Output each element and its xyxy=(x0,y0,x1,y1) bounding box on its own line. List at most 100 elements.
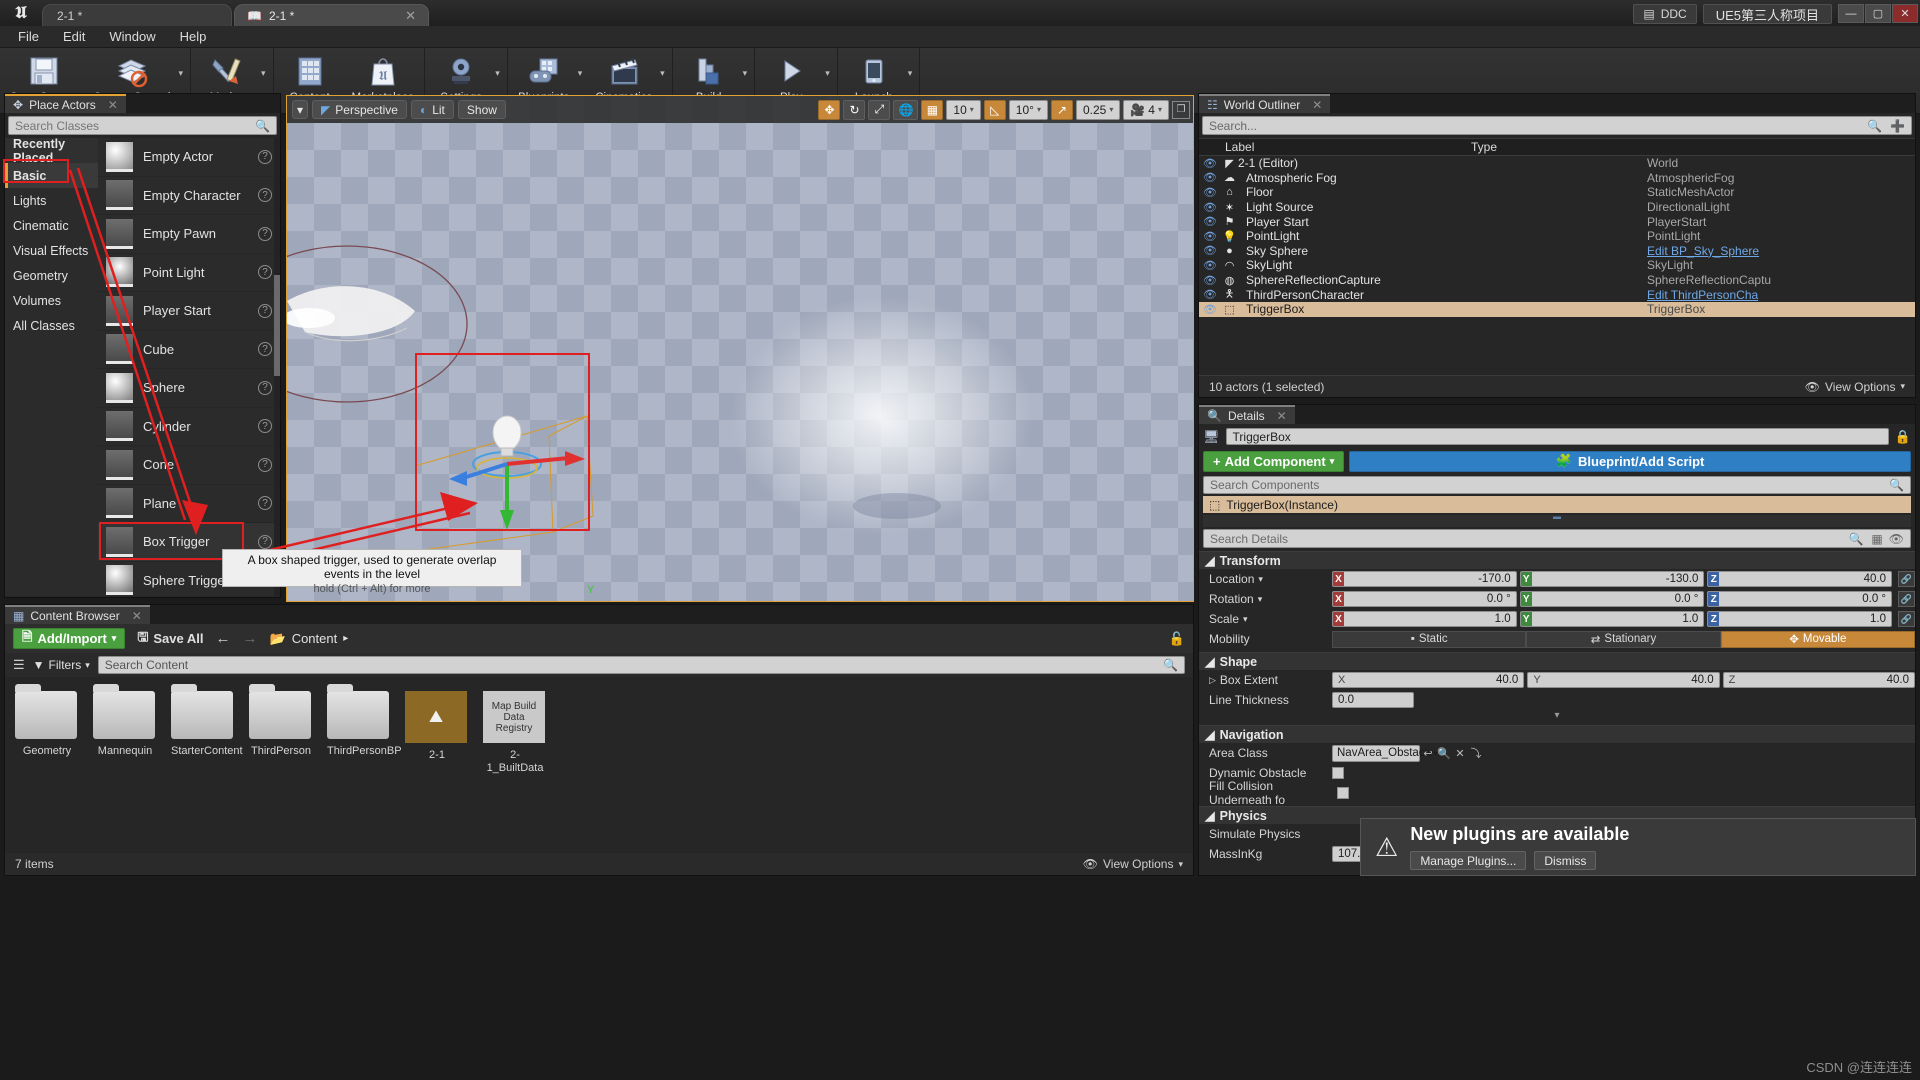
expander-icon[interactable]: ◢ xyxy=(1205,654,1215,669)
table-row-selected[interactable]: 👁 ⬚ TriggerBox TriggerBox xyxy=(1199,301,1915,317)
expander-right-icon[interactable]: ▷ xyxy=(1209,675,1216,686)
visibility-eye-icon[interactable]: 👁 xyxy=(1199,215,1221,228)
level-viewport[interactable]: Y ▾ ◤ Perspective ◐ Lit Show ✥ ↻ ⤢ 🌐 ▦ 1… xyxy=(286,95,1194,602)
scale-snap-value[interactable]: 0.25 ▾ xyxy=(1075,99,1121,120)
table-row[interactable]: 👁 ◍ SphereReflectionCapture SphereReflectio… xyxy=(1199,273,1915,288)
blueprints-chevron-down-icon[interactable]: ▾ xyxy=(578,68,588,93)
chevron-down-icon[interactable]: ▾ xyxy=(1900,381,1905,392)
world-coords-toggle[interactable]: 🌐 xyxy=(893,99,919,120)
content-view-options-button[interactable]: 👁 View Options ▾ xyxy=(1083,857,1183,871)
search-classes-field[interactable]: 🔍 xyxy=(8,116,277,135)
list-item[interactable]: Sphere? xyxy=(98,369,280,408)
location-label-group[interactable]: Location ▾ xyxy=(1209,572,1332,586)
list-item[interactable]: Empty Actor? xyxy=(98,138,280,177)
rotation-mode-toggle[interactable]: ↻ xyxy=(843,99,866,120)
visibility-eye-icon[interactable]: 👁 xyxy=(1199,259,1221,272)
chevron-right-icon[interactable]: ▸ xyxy=(343,633,348,644)
scale-mode-toggle[interactable]: ⤢ xyxy=(868,99,891,120)
visibility-eye-icon[interactable]: 👁 xyxy=(1199,303,1221,316)
location-lock-icon[interactable]: 🔗 xyxy=(1898,571,1916,587)
box-extent-label-group[interactable]: ▷ Box Extent xyxy=(1209,673,1332,687)
filters-button[interactable]: ▼ Filters ▾ xyxy=(33,658,90,672)
forward-arrow-icon[interactable]: → xyxy=(243,630,258,647)
table-row[interactable]: 👁 ✶ Light Source DirectionalLight xyxy=(1199,200,1915,215)
level-tab[interactable]: 📖 2-1 * ✕ xyxy=(234,4,429,26)
back-arrow-icon[interactable]: ← xyxy=(216,630,231,647)
save-all-button[interactable]: 🖫 Save All xyxy=(137,628,203,650)
asset-item[interactable]: StarterContent xyxy=(171,684,243,774)
table-row[interactable]: 👁 🯅 ThirdPersonCharacter Edit ThirdPersonCh… xyxy=(1199,287,1915,302)
category-geometry[interactable]: Geometry xyxy=(5,263,98,288)
reset-arrow-icon[interactable]: ↩ xyxy=(1420,745,1436,761)
location-x-field[interactable]: X -170.0 xyxy=(1332,571,1517,587)
transform-gizmo[interactable] xyxy=(449,406,597,536)
help-icon[interactable]: ? xyxy=(258,149,272,164)
category-visual-effects[interactable]: Visual Effects xyxy=(5,238,98,263)
rotation-z-field[interactable]: Z 0.0 ° xyxy=(1707,591,1893,607)
search-details-field[interactable]: Search Details 🔍 ▦ 👁 xyxy=(1203,529,1911,548)
surface-snapping-toggle[interactable]: ✥ xyxy=(818,99,841,120)
visibility-eye-icon[interactable]: 👁 xyxy=(1199,274,1221,287)
expander-icon[interactable]: ◢ xyxy=(1205,727,1215,742)
cinematics-chevron-down-icon[interactable]: ▾ xyxy=(660,68,670,93)
section-navigation[interactable]: ◢ Navigation xyxy=(1199,725,1915,743)
minimize-button[interactable]: — xyxy=(1838,4,1864,23)
search-classes-input[interactable] xyxy=(15,118,256,133)
help-icon[interactable]: ? xyxy=(258,342,272,357)
outliner-view-options-button[interactable]: 👁 View Options ▾ xyxy=(1805,380,1905,394)
tab-content-browser[interactable]: ▦ Content Browser ✕ xyxy=(5,605,150,624)
table-row[interactable]: 👁 💡 PointLight PointLight xyxy=(1199,229,1915,244)
asset-item[interactable]: Geometry xyxy=(15,684,79,774)
scale-y-field[interactable]: Y 1.0 xyxy=(1519,611,1705,627)
component-row-triggerbox[interactable]: ⬚ TriggerBox(Instance) xyxy=(1203,496,1911,513)
asset-item-builtdata[interactable]: Map Build Data Registry 2-1_BuiltData xyxy=(483,691,547,774)
menu-item-edit[interactable]: Edit xyxy=(51,27,97,46)
close-icon[interactable]: ✕ xyxy=(108,98,118,112)
eye-icon[interactable]: 👁 xyxy=(1889,532,1904,546)
add-filter-icon[interactable]: ➕ xyxy=(1890,119,1905,133)
help-icon[interactable]: ? xyxy=(258,188,272,203)
close-icon[interactable]: ✕ xyxy=(1277,409,1287,423)
category-volumes[interactable]: Volumes xyxy=(5,288,98,313)
maximize-viewport-button[interactable]: ❐ xyxy=(1172,100,1190,119)
project-tab[interactable]: 2-1 * xyxy=(42,4,232,26)
list-item[interactable]: Empty Pawn? xyxy=(98,215,280,254)
outliner-search-field[interactable]: Search... 🔍 ➕ xyxy=(1202,116,1912,135)
list-item[interactable]: Cube? xyxy=(98,331,280,369)
list-item[interactable]: Plane? xyxy=(98,485,280,523)
chevron-down-icon[interactable]: ▾ xyxy=(1243,614,1248,625)
search-components-field[interactable]: Search Components 🔍 xyxy=(1203,476,1911,494)
expander-icon[interactable]: ◢ xyxy=(1205,553,1215,568)
build-chevron-down-icon[interactable]: ▾ xyxy=(743,68,753,93)
table-row[interactable]: 👁 ◠ SkyLight SkyLight xyxy=(1199,258,1915,273)
grid-snap-value[interactable]: 10 ▾ xyxy=(946,99,981,120)
category-cinematic[interactable]: Cinematic xyxy=(5,213,98,238)
view-list-icon[interactable]: ☰ xyxy=(13,657,25,673)
column-header-type[interactable]: Type xyxy=(1471,140,1915,154)
visibility-eye-icon[interactable]: 👁 xyxy=(1199,288,1221,301)
perspective-button[interactable]: ◤ Perspective xyxy=(312,100,407,119)
scale-label-group[interactable]: Scale ▾ xyxy=(1209,612,1332,626)
close-icon[interactable]: ✕ xyxy=(132,609,142,623)
rotation-y-field[interactable]: Y 0.0 ° xyxy=(1519,591,1705,607)
settings-chevron-down-icon[interactable]: ▾ xyxy=(495,68,505,93)
location-y-field[interactable]: Y -130.0 xyxy=(1519,571,1705,587)
chevron-down-icon[interactable]: ▾ xyxy=(1178,859,1183,870)
chevron-down-icon[interactable]: ▾ xyxy=(1330,456,1335,467)
mobility-stationary-option[interactable]: ⇄ Stationary xyxy=(1526,630,1721,648)
breadcrumb[interactable]: 📂 Content ▸ xyxy=(270,631,349,647)
viewport-options-button[interactable]: ▾ xyxy=(292,100,309,119)
camera-speed-value[interactable]: 🎥 4 ▾ xyxy=(1123,99,1169,120)
maximize-button[interactable]: ▢ xyxy=(1865,4,1891,23)
section-shape[interactable]: ◢ Shape xyxy=(1199,652,1915,670)
chevron-down-icon[interactable]: ▾ xyxy=(1258,574,1263,585)
visibility-eye-icon[interactable]: 👁 xyxy=(1199,186,1221,199)
chevron-down-icon[interactable]: ▾ xyxy=(1037,105,1041,114)
help-icon[interactable]: ? xyxy=(258,303,272,318)
shape-collapse-chevron-icon[interactable]: ▾ xyxy=(1199,710,1915,722)
help-icon[interactable]: ? xyxy=(258,457,272,472)
place-actors-scrollbar[interactable] xyxy=(274,138,280,596)
box-extent-x-field[interactable]: X 40.0 xyxy=(1332,672,1525,688)
tab-place-actors[interactable]: ✥ Place Actors ✕ xyxy=(5,94,126,113)
chevron-down-icon[interactable]: ▾ xyxy=(1109,105,1113,114)
